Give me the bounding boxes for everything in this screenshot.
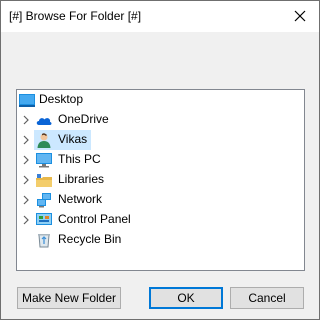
make-new-folder-button[interactable]: Make New Folder (17, 287, 121, 309)
control-panel-icon (36, 213, 52, 225)
close-icon (294, 10, 306, 22)
cloud-icon (36, 118, 52, 125)
network-icon (37, 193, 51, 208)
ok-button[interactable]: OK (149, 287, 223, 309)
tree-item-label: Recycle Bin (58, 232, 122, 246)
folder-tree[interactable]: Desktop OneDrive Vikas This PC Libraries… (16, 89, 305, 271)
chevron-right-icon[interactable] (21, 115, 31, 125)
tree-item-control-panel[interactable]: Control Panel (17, 210, 304, 230)
tree-item-recycle-bin[interactable]: Recycle Bin (17, 230, 304, 250)
computer-icon (36, 153, 52, 168)
tree-item-this-pc[interactable]: This PC (17, 150, 304, 170)
tree-item-label: Desktop (39, 92, 84, 106)
tree-item-desktop[interactable]: Desktop (17, 90, 304, 110)
recycle-bin-icon (38, 234, 50, 248)
chevron-right-icon[interactable] (21, 215, 31, 225)
tree-item-vikas[interactable]: Vikas (17, 130, 304, 150)
tree-item-network[interactable]: Network (17, 190, 304, 210)
close-button[interactable] (287, 4, 313, 28)
libraries-icon (36, 174, 52, 187)
tree-item-onedrive[interactable]: OneDrive (17, 110, 304, 130)
tree-item-libraries[interactable]: Libraries (17, 170, 304, 190)
title-bar[interactable]: [#] Browse For Folder [#] (1, 1, 319, 32)
tree-item-label: This PC (58, 152, 101, 166)
chevron-right-icon[interactable] (21, 175, 31, 185)
desktop-icon (19, 94, 35, 107)
user-icon (37, 133, 51, 148)
tree-item-label: Network (58, 192, 103, 206)
tree-item-label: Vikas (58, 132, 88, 146)
window-title: [#] Browse For Folder [#] (9, 9, 142, 23)
tree-item-label: OneDrive (58, 112, 109, 126)
chevron-right-icon[interactable] (21, 155, 31, 165)
chevron-right-icon[interactable] (21, 135, 31, 145)
chevron-right-icon[interactable] (21, 195, 31, 205)
tree-item-label: Libraries (58, 172, 105, 186)
tree-item-label: Control Panel (58, 212, 131, 226)
browse-for-folder-dialog: [#] Browse For Folder [#] Desktop OneDri… (0, 0, 320, 320)
cancel-button[interactable]: Cancel (230, 287, 304, 309)
